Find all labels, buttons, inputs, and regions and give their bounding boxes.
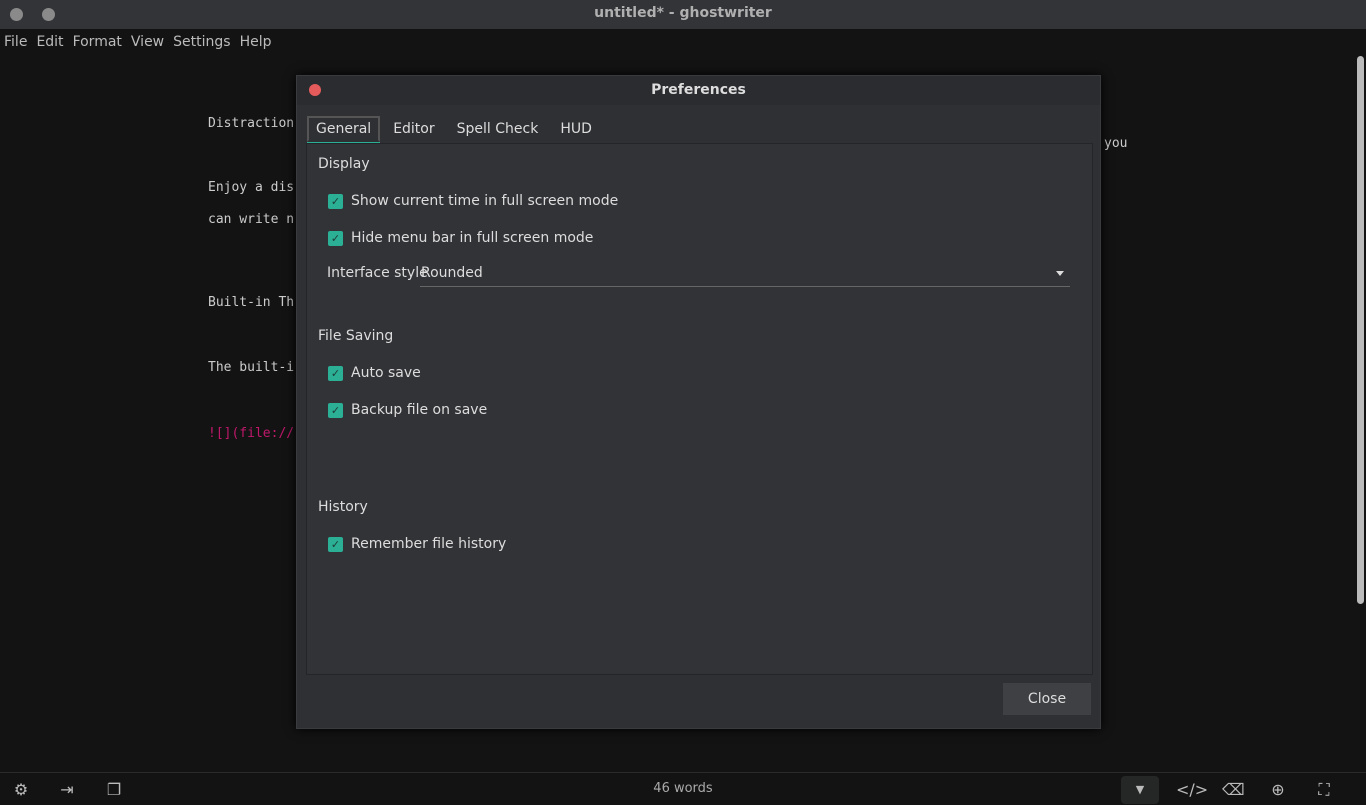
editor-scrollbar[interactable] xyxy=(1357,56,1364,604)
tab-hud[interactable]: HUD xyxy=(551,116,601,142)
window-minimize-button[interactable] xyxy=(42,8,55,21)
show-time-checkbox[interactable]: ✓ Show current time in full screen mode xyxy=(328,193,618,209)
section-file-saving: File Saving xyxy=(318,328,394,344)
chevron-down-icon[interactable]: ▼ xyxy=(1121,776,1159,804)
checkbox-label: Auto save xyxy=(351,365,421,381)
checkbox-label: Backup file on save xyxy=(351,402,488,418)
check-icon: ✓ xyxy=(328,402,343,418)
check-icon: ✓ xyxy=(328,193,343,209)
tab-editor[interactable]: Editor xyxy=(384,116,443,142)
interface-style-label: Interface style xyxy=(327,265,428,281)
menu-help[interactable]: Help xyxy=(236,30,277,56)
window-close-button[interactable] xyxy=(10,8,23,21)
editor-line: Built-in Th xyxy=(208,295,295,310)
dialog-close-icon[interactable] xyxy=(309,84,321,96)
select-value: Rounded xyxy=(421,265,483,281)
section-display: Display xyxy=(318,156,370,172)
code-icon[interactable]: </> xyxy=(1176,781,1208,799)
close-button[interactable]: Close xyxy=(1003,683,1091,715)
editor-image-link: ![](file:// xyxy=(208,426,295,441)
menu-edit[interactable]: Edit xyxy=(32,30,68,56)
window-titlebar: untitled* - ghostwriter xyxy=(0,0,1366,29)
check-icon: ✓ xyxy=(328,230,343,246)
status-bar: ⚙ ⇥ ❐ 46 words ▼ </> ⌫ ⊕ ⛶ xyxy=(0,772,1366,805)
checkbox-label: Remember file history xyxy=(351,536,507,552)
general-panel: Display ✓ Show current time in full scree… xyxy=(306,143,1093,675)
menu-view[interactable]: View xyxy=(127,30,169,56)
chevron-down-icon xyxy=(1056,271,1064,276)
hide-menu-checkbox[interactable]: ✓ Hide menu bar in full screen mode xyxy=(328,230,593,246)
menu-file[interactable]: File xyxy=(0,30,32,56)
backup-checkbox[interactable]: ✓ Backup file on save xyxy=(328,402,487,418)
crosshair-icon[interactable]: ⊕ xyxy=(1268,781,1288,799)
section-history: History xyxy=(318,499,368,515)
dialog-titlebar: Preferences xyxy=(297,76,1100,105)
checkbox-label: Show current time in full screen mode xyxy=(351,193,619,209)
window-title: untitled* - ghostwriter xyxy=(594,5,772,21)
word-count: 46 words xyxy=(653,781,713,796)
interface-style-select[interactable]: Rounded xyxy=(420,262,1070,287)
menu-settings[interactable]: Settings xyxy=(169,30,235,56)
backspace-icon[interactable]: ⌫ xyxy=(1222,781,1245,799)
fullscreen-icon[interactable]: ⛶ xyxy=(1314,781,1334,799)
editor-line: The built-i xyxy=(208,360,295,375)
editor-line: Enjoy a dis xyxy=(208,180,295,195)
check-icon: ✓ xyxy=(328,365,343,381)
menu-bar: File Edit Format View Settings Help xyxy=(0,30,276,56)
remember-history-checkbox[interactable]: ✓ Remember file history xyxy=(328,536,506,552)
editor-line: Distraction xyxy=(208,116,295,131)
auto-save-checkbox[interactable]: ✓ Auto save xyxy=(328,365,421,381)
check-icon: ✓ xyxy=(328,536,343,552)
preferences-dialog: Preferences General Editor Spell Check H… xyxy=(296,75,1101,729)
editor-text[interactable]: Distraction Enjoy a dis can write n Buil… xyxy=(208,100,294,458)
editor-line: can write n xyxy=(208,212,295,227)
tab-general[interactable]: General xyxy=(307,116,381,142)
tab-spell-check[interactable]: Spell Check xyxy=(448,116,548,142)
editor-line-tail: you xyxy=(1104,136,1128,151)
menu-format[interactable]: Format xyxy=(69,30,127,56)
dialog-title: Preferences xyxy=(651,82,746,98)
checkbox-label: Hide menu bar in full screen mode xyxy=(351,230,594,246)
tab-bar: General Editor Spell Check HUD xyxy=(307,116,605,142)
